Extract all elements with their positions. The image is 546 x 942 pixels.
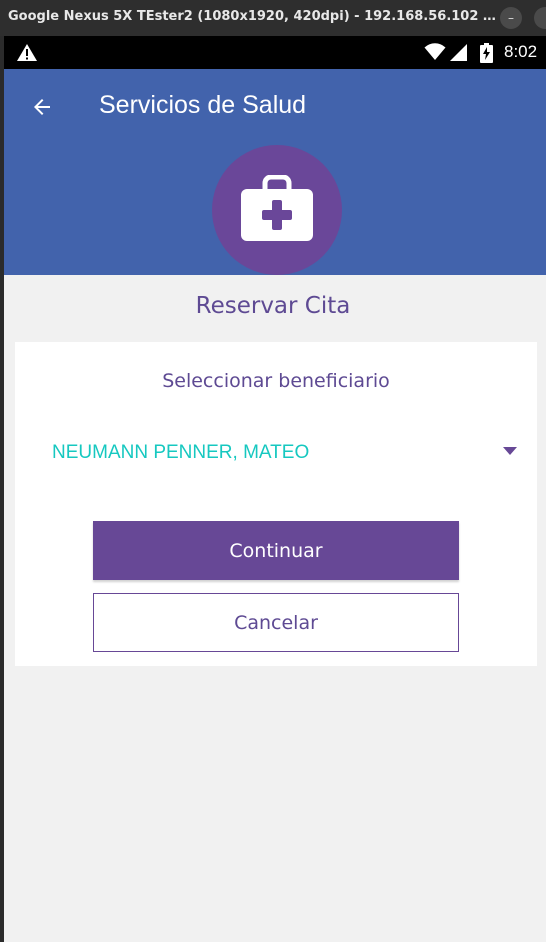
beneficiary-select[interactable]: NEUMANN PENNER, MATEO — [37, 428, 517, 476]
beneficiary-label: Seleccionar beneficiario — [162, 370, 390, 392]
section-title: Reservar Cita — [195, 293, 351, 319]
emulator-window-titlebar: Google Nexus 5X TEster2 (1080x1920, 420d… — [0, 0, 546, 36]
arrow-left-icon[interactable] — [30, 95, 54, 119]
app-bar: Servicios de Salud — [4, 69, 546, 275]
booking-card: Seleccionar beneficiario NEUMANN PENNER,… — [15, 342, 537, 666]
medical-kit-icon — [241, 175, 313, 241]
signal-icon — [450, 44, 467, 61]
window-title: Google Nexus 5X TEster2 (1080x1920, 420d… — [8, 9, 496, 24]
continue-button[interactable]: Continuar — [93, 521, 459, 580]
battery-charging-icon — [480, 43, 493, 63]
warning-icon — [17, 44, 37, 61]
wifi-icon — [424, 43, 446, 60]
cancel-button[interactable]: Cancelar — [93, 593, 459, 652]
minimize-button[interactable]: – — [500, 7, 522, 29]
beneficiary-selected-value: NEUMANN PENNER, MATEO — [52, 442, 310, 463]
header-icon-circle — [212, 145, 342, 275]
status-time: 8:02 — [504, 42, 538, 61]
page-title: Servicios de Salud — [99, 91, 307, 119]
dropdown-arrow-icon — [503, 447, 517, 455]
status-bar: 8:02 — [4, 36, 546, 69]
close-button[interactable] — [534, 7, 546, 29]
app-screen: Servicios de Salud Reservar Cita Selecci… — [4, 69, 546, 942]
